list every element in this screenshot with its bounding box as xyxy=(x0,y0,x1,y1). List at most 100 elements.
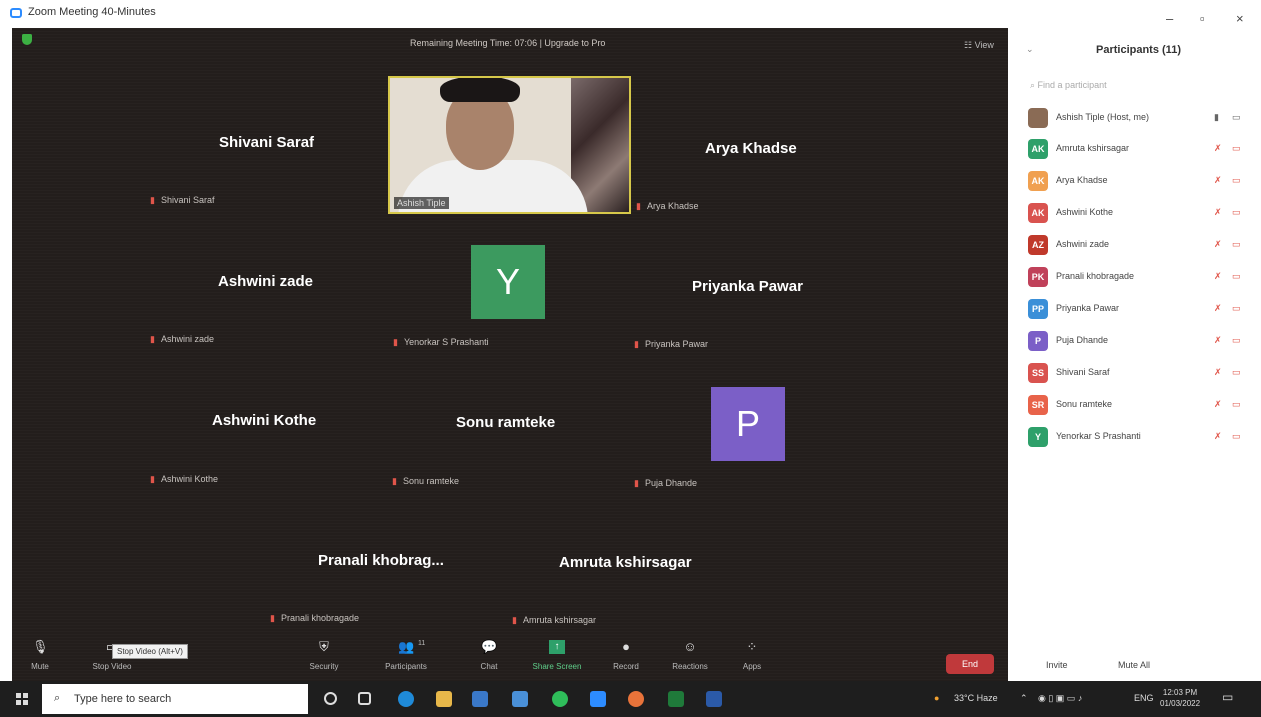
muted-mic-icon[interactable]: ✗ xyxy=(1214,303,1222,314)
word-icon[interactable] xyxy=(706,691,722,707)
firefox-icon[interactable] xyxy=(628,691,644,707)
weather-icon[interactable]: ● xyxy=(934,693,939,703)
tile-label: ▮ Ashwini Kothe xyxy=(150,474,218,484)
taskbar-clock[interactable]: 12:03 PM 01/03/2022 xyxy=(1160,687,1200,709)
windows-taskbar: ⌕ Type here to search ● 33°C Haze ⌃ ◉ ▯ … xyxy=(0,681,1261,717)
chevron-down-icon[interactable]: ⌄ xyxy=(1026,44,1034,55)
muted-mic-icon: ▮ xyxy=(512,615,517,625)
video-off-icon[interactable]: ▭ xyxy=(1232,271,1241,282)
participants-button[interactable]: 👥 Participants 11 xyxy=(374,636,438,672)
taskbar-search-input[interactable]: ⌕ Type here to search xyxy=(42,684,308,714)
video-off-icon[interactable]: ▭ xyxy=(1232,239,1241,250)
tile-name: Pranali khobrag... xyxy=(318,552,444,569)
avatar-photo xyxy=(1028,108,1048,128)
apps-grid-icon: ⁘ xyxy=(746,639,758,654)
participant-row[interactable]: AK Arya Khadse ✗ ▭ xyxy=(1028,170,1258,192)
edge-browser-icon[interactable] xyxy=(398,691,414,707)
video-camera-icon[interactable]: ▭ xyxy=(1232,112,1241,123)
share-arrow-icon: ↑ xyxy=(549,640,565,654)
view-button[interactable]: ☷ View xyxy=(964,40,994,51)
mail-icon[interactable] xyxy=(512,691,528,707)
excel-icon[interactable] xyxy=(668,691,684,707)
muted-mic-icon[interactable]: ✗ xyxy=(1214,367,1222,378)
whatsapp-icon[interactable] xyxy=(552,691,568,707)
video-off-icon[interactable]: ▭ xyxy=(1232,175,1241,186)
muted-mic-icon[interactable]: ✗ xyxy=(1214,431,1222,442)
meeting-timer[interactable]: Remaining Meeting Time: 07:06 | Upgrade … xyxy=(410,38,605,48)
muted-mic-icon: ▮ xyxy=(150,334,155,344)
close-button[interactable]: × xyxy=(1236,12,1244,25)
muted-mic-icon[interactable]: ✗ xyxy=(1214,271,1222,282)
avatar: SR xyxy=(1028,395,1048,415)
muted-mic-icon: ▮ xyxy=(636,201,641,211)
avatar: AK xyxy=(1028,171,1048,191)
share-screen-button[interactable]: ↑ Share Screen xyxy=(525,636,589,671)
weather-text[interactable]: 33°C Haze xyxy=(954,693,998,703)
mute-button[interactable]: 🎙 Mute xyxy=(8,636,72,672)
tile-label: ▮ Puja Dhande xyxy=(634,478,697,488)
record-button[interactable]: ● Record xyxy=(594,636,658,672)
video-off-icon[interactable]: ▭ xyxy=(1232,399,1241,410)
avatar: PK xyxy=(1028,267,1048,287)
tile-label: ▮ Shivani Saraf xyxy=(150,195,215,205)
muted-mic-icon[interactable]: ✗ xyxy=(1214,399,1222,410)
security-button[interactable]: ⛨ Security xyxy=(292,636,356,672)
participant-row[interactable]: AK Amruta kshirsagar ✗ ▭ xyxy=(1028,138,1258,160)
video-off-icon[interactable]: ▭ xyxy=(1232,303,1241,314)
muted-mic-icon[interactable]: ✗ xyxy=(1214,239,1222,250)
active-video-tile[interactable]: Ashish Tiple xyxy=(388,76,631,214)
video-off-icon[interactable]: ▭ xyxy=(1232,431,1241,442)
search-icon: ⌕ xyxy=(54,692,61,704)
participant-row[interactable]: AK Ashwini Kothe ✗ ▭ xyxy=(1028,202,1258,224)
chat-button[interactable]: 💬 Chat xyxy=(457,636,521,672)
muted-mic-icon: ▮ xyxy=(150,474,155,484)
minimize-button[interactable]: – xyxy=(1166,12,1173,25)
video-off-icon[interactable]: ▭ xyxy=(1232,367,1241,378)
windows-start-icon[interactable] xyxy=(16,693,28,705)
task-view-icon[interactable] xyxy=(358,692,371,705)
participant-row[interactable]: PP Priyanka Pawar ✗ ▭ xyxy=(1028,298,1258,320)
participant-row[interactable]: Y Yenorkar S Prashanti ✗ ▭ xyxy=(1028,426,1258,448)
participant-row[interactable]: PK Pranali khobragade ✗ ▭ xyxy=(1028,266,1258,288)
participant-search-input[interactable]: ⌕ Find a participant xyxy=(1030,80,1107,91)
video-off-icon[interactable]: ▭ xyxy=(1232,207,1241,218)
store-icon[interactable] xyxy=(472,691,488,707)
muted-mic-icon[interactable]: ✗ xyxy=(1214,335,1222,346)
muted-mic-icon[interactable]: ✗ xyxy=(1214,143,1222,154)
cortana-icon[interactable] xyxy=(324,692,337,705)
title-bar: Zoom Meeting 40-Minutes – ▫ × xyxy=(0,0,1261,28)
avatar-tile-puja: P xyxy=(711,387,785,461)
chat-bubble-icon: 💬 xyxy=(481,639,498,654)
muted-mic-icon[interactable]: ✗ xyxy=(1214,207,1222,218)
apps-button[interactable]: ⁘ Apps xyxy=(720,636,784,672)
encryption-shield-icon[interactable] xyxy=(22,34,32,45)
muted-mic-icon: ▮ xyxy=(150,195,155,205)
video-off-icon[interactable]: ▭ xyxy=(1232,335,1241,346)
participant-row[interactable]: Ashish Tiple (Host, me) ▮ ▭ xyxy=(1028,107,1258,129)
avatar: PP xyxy=(1028,299,1048,319)
notifications-icon[interactable]: ▭ xyxy=(1222,690,1233,704)
zoom-taskbar-icon[interactable] xyxy=(590,691,606,707)
end-meeting-button[interactable]: End xyxy=(946,654,994,674)
reactions-button[interactable]: ☺ Reactions xyxy=(658,636,722,672)
muted-mic-icon[interactable]: ✗ xyxy=(1214,175,1222,186)
zoom-window: Zoom Meeting 40-Minutes – ▫ × Remaining … xyxy=(0,0,1261,717)
tray-chevron-icon[interactable]: ⌃ xyxy=(1020,693,1028,704)
participant-row[interactable]: P Puja Dhande ✗ ▭ xyxy=(1028,330,1258,352)
mute-all-button[interactable]: Mute All xyxy=(1118,660,1150,670)
tile-label: ▮ Sonu ramteke xyxy=(392,476,459,486)
participant-row[interactable]: SR Sonu ramteke ✗ ▭ xyxy=(1028,394,1258,416)
tile-label: ▮ Ashwini zade xyxy=(150,334,214,344)
muted-mic-icon: ▮ xyxy=(634,339,639,349)
file-explorer-icon[interactable] xyxy=(436,691,452,707)
tray-icons[interactable]: ◉ ▯ ▣ ▭ ♪ xyxy=(1038,693,1082,704)
microphone-icon[interactable]: ▮ xyxy=(1214,112,1219,123)
zoom-app-icon xyxy=(10,8,22,18)
invite-button[interactable]: Invite xyxy=(1046,660,1068,670)
language-indicator[interactable]: ENG xyxy=(1134,693,1154,703)
video-off-icon[interactable]: ▭ xyxy=(1232,143,1241,154)
restore-button[interactable]: ▫ xyxy=(1200,12,1205,25)
search-icon: ⌕ xyxy=(1030,80,1038,90)
participant-row[interactable]: SS Shivani Saraf ✗ ▭ xyxy=(1028,362,1258,384)
participant-row[interactable]: AZ Ashwini zade ✗ ▭ xyxy=(1028,234,1258,256)
